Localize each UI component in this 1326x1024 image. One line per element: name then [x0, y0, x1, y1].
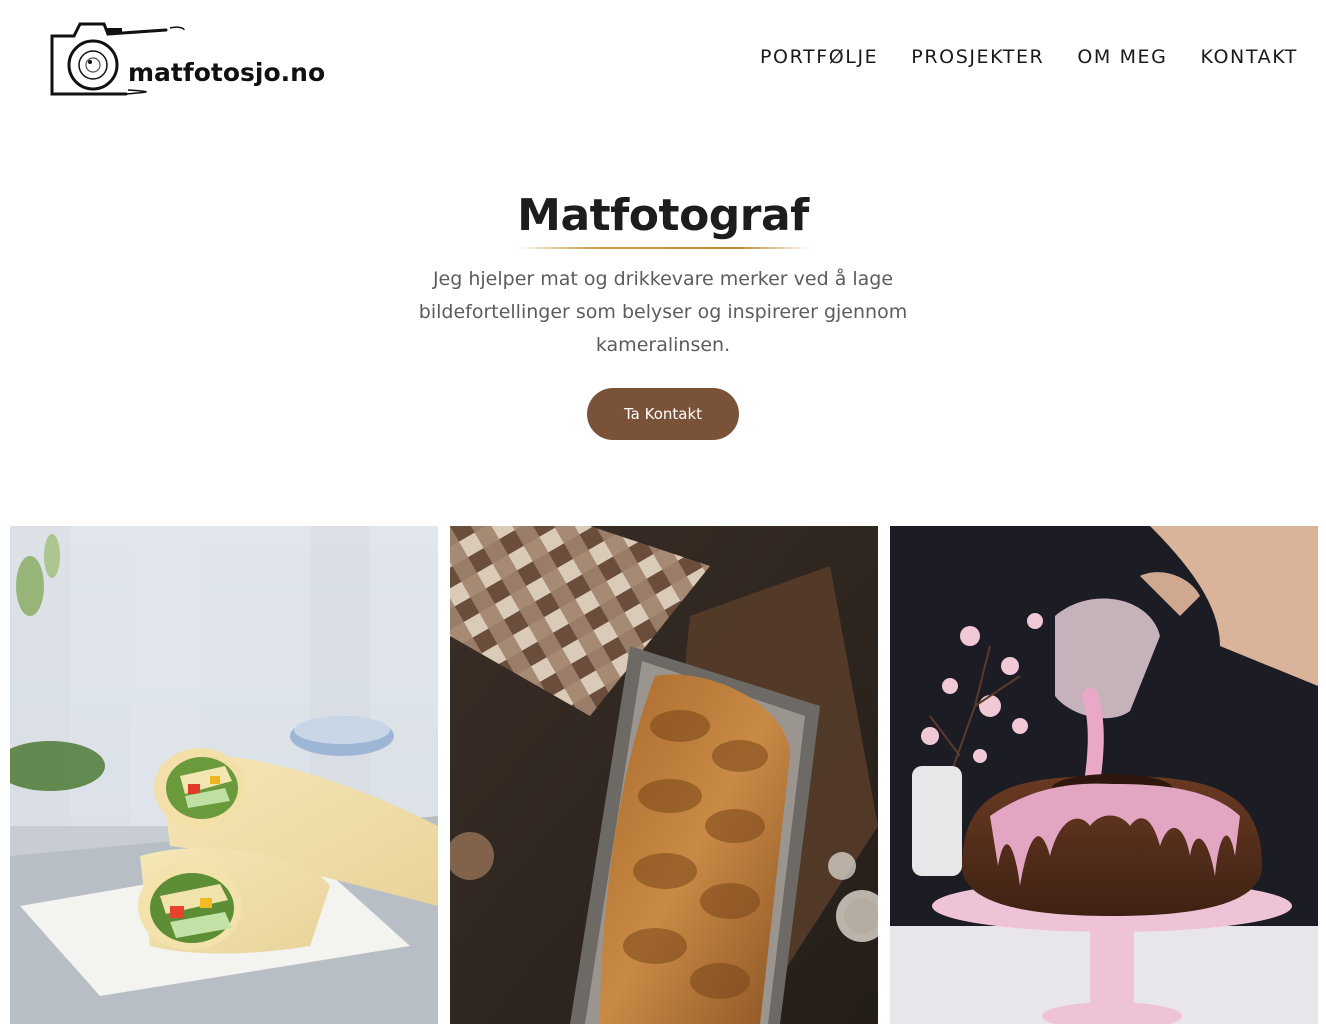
hero-section: Matfotograf Jeg hjelper mat og drikkevar… — [0, 190, 1326, 440]
site-header: matfotosjo.no PORTFØLJE PROSJEKTER OM ME… — [0, 0, 1326, 120]
hero-title-text: Matfotograf — [517, 190, 809, 241]
hero-line-2: bildefortellinger som belyser og inspire… — [418, 301, 908, 323]
gallery-photo-bread[interactable] — [450, 526, 878, 1024]
site-logo[interactable]: matfotosjo.no — [46, 14, 356, 102]
contact-button[interactable]: Ta Kontakt — [587, 388, 739, 440]
nav-prosjekter[interactable]: PROSJEKTER — [911, 46, 1044, 68]
hero-line-3: kameralinsen. — [595, 334, 731, 356]
hero-title: Matfotograf — [515, 190, 811, 249]
hero-description: Jeg hjelper mat og drikkevare merker ved… — [383, 263, 943, 362]
nav-portfolio[interactable]: PORTFØLJE — [760, 46, 878, 68]
gallery-photo-wraps[interactable] — [10, 526, 438, 1024]
gallery-photo-cake[interactable] — [890, 526, 1318, 1024]
photo-gallery — [10, 526, 1318, 1024]
main-nav: PORTFØLJE PROSJEKTER OM MEG KONTAKT — [760, 46, 1298, 68]
title-underline — [515, 247, 811, 249]
nav-kontakt[interactable]: KONTAKT — [1200, 46, 1298, 68]
logo-text: matfotosjo.no — [128, 58, 326, 87]
nav-om-meg[interactable]: OM MEG — [1077, 46, 1167, 68]
hero-line-1: Jeg hjelper mat og drikkevare merker ved… — [432, 268, 894, 290]
